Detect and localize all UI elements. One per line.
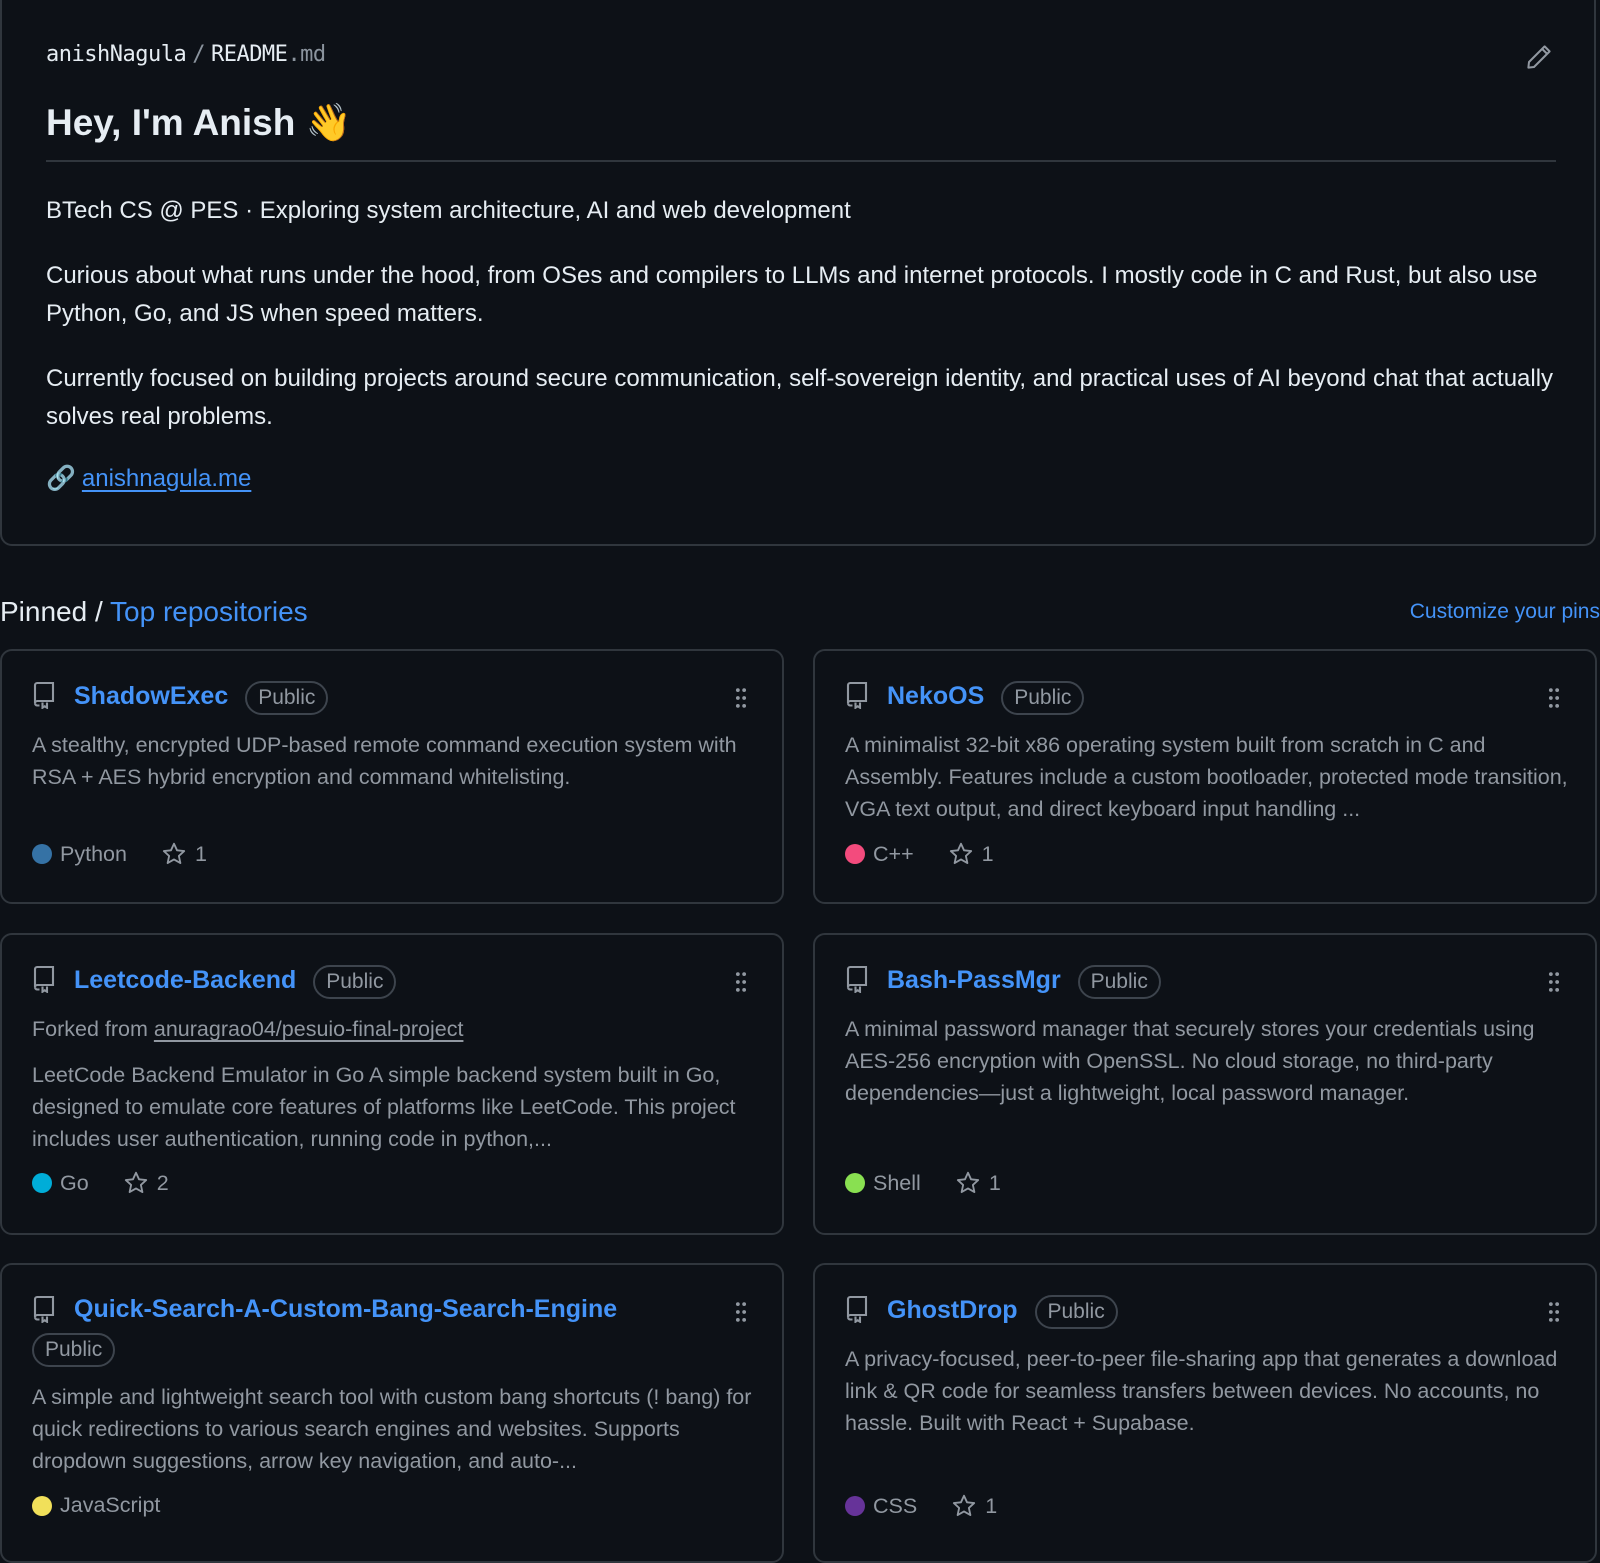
repo-card-shadowexec: ShadowExec Public A stealthy, encrypted …	[0, 649, 784, 904]
customize-pins-link[interactable]: Customize your pins	[1410, 600, 1600, 624]
visibility-badge: Public	[32, 1333, 116, 1367]
repo-name-link[interactable]: Leetcode-Backend	[74, 966, 296, 994]
repo-card-nekoos: NekoOS Public A minimalist 32-bit x86 op…	[813, 649, 1597, 904]
repo-title-row: Bash-PassMgr Public	[887, 965, 1161, 999]
pencil-icon[interactable]	[1524, 42, 1554, 72]
top-repositories-label: Top repositories	[110, 596, 308, 627]
forked-from: Forked from anuragrao04/pesuio-final-pro…	[32, 1017, 463, 1042]
readme-paragraph-2: Curious about what runs under the hood, …	[46, 262, 1538, 327]
repo-title-row: ShadowExec Public	[74, 681, 329, 715]
readme-paragraph-3: Currently focused on building projects a…	[46, 365, 1554, 430]
forked-from-link[interactable]: anuragrao04/pesuio-final-project	[154, 1017, 464, 1041]
repo-title-row: Quick-Search-A-Custom-Bang-Search-Engine	[74, 1295, 617, 1324]
stars-link[interactable]: 1	[955, 1170, 1001, 1196]
drag-handle-icon[interactable]	[1547, 971, 1561, 993]
repo-title-row: Leetcode-Backend Public	[74, 965, 397, 999]
repo-description: A minimalist 32-bit x86 operating system…	[845, 733, 1568, 821]
star-icon	[162, 842, 186, 865]
readme-owner[interactable]: anishNagula	[46, 42, 187, 67]
repo-description: LeetCode Backend Emulator in Go A simple…	[32, 1063, 736, 1151]
repo-icon	[846, 1295, 868, 1323]
visibility-badge: Public	[313, 965, 397, 999]
repo-icon	[33, 1295, 55, 1323]
readme-paragraph-1: BTech CS @ PES · Exploring system archit…	[46, 197, 851, 224]
visibility-badge: Public	[1001, 681, 1085, 715]
star-icon	[956, 1171, 979, 1194]
link-icon: 🔗	[46, 465, 76, 492]
repo-name-link[interactable]: GhostDrop	[887, 1296, 1018, 1324]
repo-language: Go	[60, 1170, 89, 1195]
star-count: 1	[194, 841, 207, 866]
stars-link[interactable]: 1	[951, 1493, 997, 1519]
star-count: 1	[988, 1170, 1001, 1195]
pinned-header: Pinned / Top repositories	[0, 596, 308, 628]
stars-link[interactable]: 1	[161, 841, 207, 867]
readme-card: anishNagula / README.md Hey, I'm Anish 👋 B…	[0, 0, 1596, 546]
repo-meta: JavaScript	[32, 1493, 160, 1518]
repo-meta: Go 2	[32, 1170, 169, 1196]
drag-handle-icon[interactable]	[1547, 1301, 1561, 1323]
star-icon	[124, 1171, 147, 1194]
website-link[interactable]: anishnagula.me	[82, 465, 251, 493]
readme-title: Hey, I'm Anish 👋	[46, 102, 352, 143]
star-count: 2	[156, 1170, 169, 1195]
language-color-dot	[845, 1173, 865, 1193]
language-color-dot	[845, 844, 865, 864]
star-count: 1	[985, 1493, 998, 1518]
title-divider	[46, 160, 1556, 162]
readme-file-base[interactable]: README	[211, 42, 288, 67]
repo-card-ghostdrop: GhostDrop Public A privacy-focused, peer…	[813, 1263, 1597, 1563]
repo-language: Python	[60, 841, 127, 866]
visibility-badge: Public	[1077, 965, 1161, 999]
repo-description: A privacy-focused, peer-to-peer file-sha…	[845, 1347, 1558, 1435]
pinned-label: Pinned	[0, 596, 88, 627]
drag-handle-icon[interactable]	[734, 687, 748, 709]
readme-path: anishNagula / README.md	[46, 42, 326, 67]
drag-handle-icon[interactable]	[734, 1301, 748, 1323]
stars-link[interactable]: 1	[948, 841, 994, 867]
repo-icon	[846, 965, 868, 993]
repo-description: A stealthy, encrypted UDP-based remote c…	[32, 733, 737, 789]
repo-description: A minimal password manager that securely…	[845, 1017, 1535, 1105]
repo-name-link[interactable]: Bash-PassMgr	[887, 966, 1061, 994]
path-separator: /	[192, 42, 205, 67]
repo-card-quick-search: Quick-Search-A-Custom-Bang-Search-Engine…	[0, 1263, 784, 1563]
language-color-dot	[32, 1495, 52, 1516]
forked-prefix: Forked from	[32, 1017, 154, 1041]
readme-file-ext: .md	[287, 42, 326, 67]
repo-title-row: GhostDrop Public	[887, 1295, 1118, 1329]
repo-description: A simple and lightweight search tool wit…	[32, 1385, 752, 1473]
repo-meta: C++ 1	[845, 841, 994, 867]
drag-handle-icon[interactable]	[734, 971, 748, 993]
repo-icon	[33, 681, 55, 709]
visibility-badge: Public	[245, 681, 329, 715]
language-color-dot	[32, 1173, 52, 1193]
pinned-separator: /	[87, 596, 111, 627]
repo-language: JavaScript	[60, 1493, 161, 1517]
language-color-dot	[845, 1496, 865, 1516]
repo-icon	[846, 681, 868, 709]
repo-name-link[interactable]: NekoOS	[887, 682, 984, 710]
repo-language: C++	[873, 841, 914, 866]
repo-meta: Python 1	[32, 841, 207, 867]
drag-handle-icon[interactable]	[1547, 687, 1561, 709]
website-link-row: 🔗 anishnagula.me	[46, 464, 251, 493]
stars-link[interactable]: 2	[123, 1170, 169, 1196]
language-color-dot	[32, 844, 52, 864]
repo-name-link[interactable]: Quick-Search-A-Custom-Bang-Search-Engine	[74, 1295, 617, 1323]
repo-meta: CSS 1	[845, 1493, 997, 1519]
repo-meta: Shell 1	[845, 1170, 1001, 1196]
star-count: 1	[981, 841, 994, 866]
visibility-badge: Public	[1034, 1295, 1118, 1329]
repo-language: Shell	[873, 1170, 921, 1195]
repo-card-bash-passmgr: Bash-PassMgr Public A minimal password m…	[813, 933, 1597, 1235]
repo-icon	[33, 965, 55, 993]
repo-title-row: NekoOS Public	[887, 681, 1085, 715]
repo-card-leetcode-backend: Leetcode-Backend Public Forked from anur…	[0, 933, 784, 1235]
repo-name-link[interactable]: ShadowExec	[74, 682, 228, 710]
star-icon	[949, 842, 972, 865]
repo-language: CSS	[873, 1493, 918, 1518]
star-icon	[953, 1494, 976, 1517]
